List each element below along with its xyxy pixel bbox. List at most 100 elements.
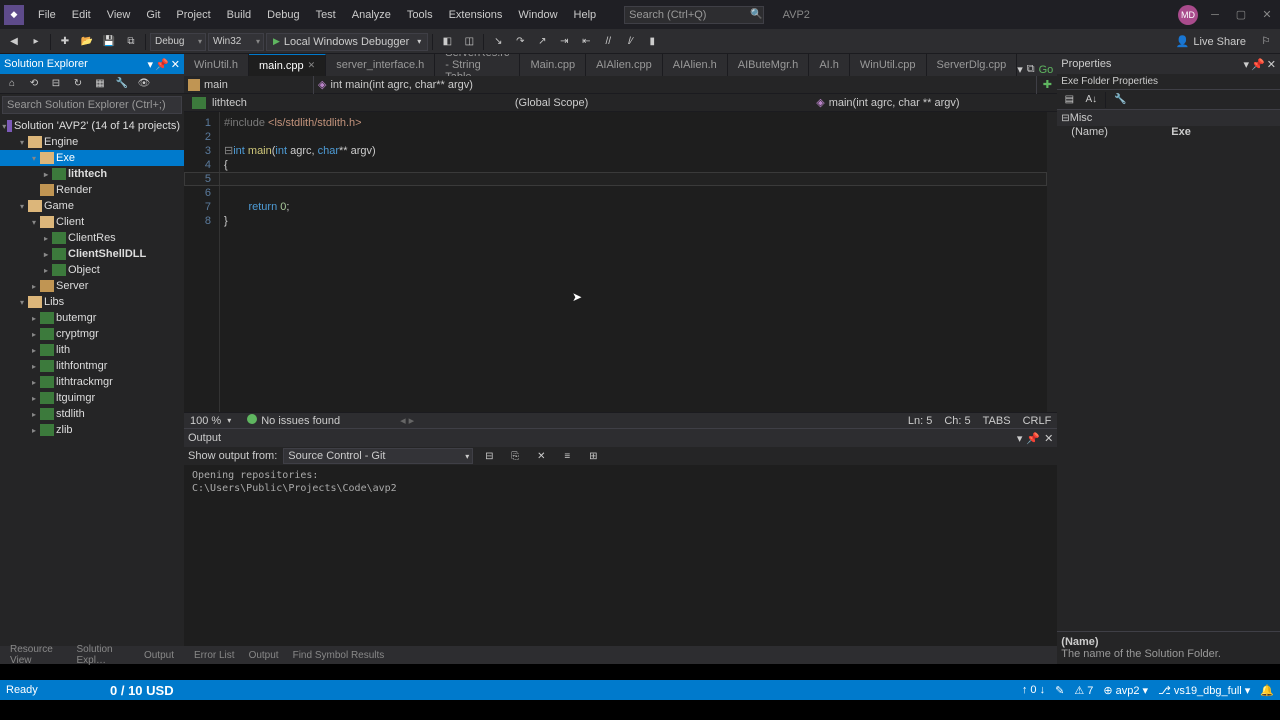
doc-tab[interactable]: Main.cpp [520,54,586,76]
solution-search-input[interactable]: Search Solution Explorer (Ctrl+;) [2,96,182,114]
dropdown-icon[interactable]: ▾ [1017,63,1023,76]
refresh-icon[interactable]: ↻ [68,74,88,94]
solution-root[interactable]: ▾Solution 'AVP2' (14 of 14 projects) [0,118,184,134]
pin-icon[interactable]: 📌 [155,58,169,71]
show-all-icon[interactable]: ▦ [90,74,110,94]
props-pages-icon[interactable]: 🔧 [1110,90,1130,110]
maximize-button[interactable]: ▢ [1232,8,1250,22]
bc-func[interactable]: ◈main(int agrc, char ** argv) [812,96,963,109]
status-item[interactable]: ✎ [1055,684,1064,697]
status-item[interactable]: 🔔 [1260,684,1274,697]
menu-help[interactable]: Help [566,5,605,25]
tree-item[interactable]: ▾Libs [0,294,184,310]
nav-project-combo[interactable]: main [184,76,314,94]
menu-git[interactable]: Git [138,5,168,25]
menu-build[interactable]: Build [219,5,259,25]
output-btn[interactable]: ⊟ [479,446,499,466]
step-into-icon[interactable]: ↘ [488,32,508,52]
menu-extensions[interactable]: Extensions [441,5,511,25]
tree-item[interactable]: ▸ClientShellDLL [0,246,184,262]
bottom-tab[interactable]: Resource View [4,642,68,668]
start-debug-button[interactable]: ▶Local Windows Debugger▾ [266,33,428,51]
config-combo[interactable]: Debug [150,33,206,51]
status-item[interactable]: ⊕ avp2 ▾ [1103,684,1148,697]
menu-project[interactable]: Project [168,5,218,25]
code-minimap[interactable] [1047,112,1057,412]
tree-item[interactable]: Render [0,182,184,198]
split-icon[interactable]: ⧉ [1027,63,1035,76]
close-icon[interactable]: ✕ [1044,432,1053,445]
doc-tab[interactable]: ServerRes.rc - String Table [435,54,520,76]
menu-tools[interactable]: Tools [399,5,441,25]
tree-item[interactable]: ▸Server [0,278,184,294]
line-endings[interactable]: CRLF [1023,415,1052,427]
properties-icon[interactable]: 🔧 [112,74,132,94]
step-over-icon[interactable]: ↷ [510,32,530,52]
tree-item[interactable]: ▸lithfontmgr [0,358,184,374]
open-button[interactable]: 📂 [77,32,97,52]
doc-tab[interactable]: AIAlien.h [663,54,728,76]
step-out-icon[interactable]: ↗ [532,32,552,52]
nav-fwd-button[interactable]: ▸ [26,32,46,52]
tree-item[interactable]: ▸Object [0,262,184,278]
close-button[interactable]: ✕ [1258,8,1276,22]
doc-tab[interactable]: server_interface.h [326,54,435,76]
close-icon[interactable]: ✕ [171,58,180,71]
tb-icon[interactable]: ◫ [459,32,479,52]
nav-func-combo[interactable]: ◈int main(int agrc, char** argv) [314,76,1037,94]
tree-item[interactable]: ▸butemgr [0,310,184,326]
tabs-mode[interactable]: TABS [983,415,1011,427]
bookmark-icon[interactable]: ▮ [642,32,662,52]
bottom-tab[interactable]: Output [138,648,180,663]
bc-scope[interactable]: (Global Scope) [511,97,592,109]
output-btn[interactable]: ⎘ [505,446,525,466]
menu-analyze[interactable]: Analyze [344,5,399,25]
sync-icon[interactable]: ⟲ [24,74,44,94]
dropdown-icon[interactable]: ▾ [148,58,154,71]
feedback-icon[interactable]: ⚐ [1256,32,1276,52]
pin-icon[interactable]: 📌 [1251,58,1265,71]
menu-window[interactable]: Window [510,5,565,25]
tree-item[interactable]: ▾Client [0,214,184,230]
doc-tab[interactable]: WinUtil.cpp [850,54,927,76]
dropdown-icon[interactable]: ▾ [1244,58,1250,71]
status-item[interactable]: ⚠ 7 [1074,684,1093,697]
output-title[interactable]: Output ▾📌✕ [184,429,1057,447]
tree-item[interactable]: ▾Game [0,198,184,214]
tb-icon[interactable]: ⇥ [554,32,574,52]
uncomment-icon[interactable]: /∕ [620,32,640,52]
menu-test[interactable]: Test [308,5,344,25]
preview-icon[interactable]: 👁 [134,74,154,94]
tree-item[interactable]: ▸lith [0,342,184,358]
save-all-button[interactable]: ⧉ [121,32,141,52]
props-row-name[interactable]: (Name)Exe [1057,126,1280,142]
bottom-tab[interactable]: Error List [188,648,241,663]
comment-icon[interactable]: // [598,32,618,52]
tree-item[interactable]: ▸ltguimgr [0,390,184,406]
minimize-button[interactable]: ─ [1206,8,1224,22]
collapse-icon[interactable]: ⊟ [46,74,66,94]
dropdown-icon[interactable]: ▾ [1017,432,1023,445]
menu-view[interactable]: View [99,5,139,25]
props-category[interactable]: ⊟ Misc [1057,110,1280,126]
doc-tab[interactable]: WinUtil.h [184,54,249,76]
bottom-tab[interactable]: Output [243,648,285,663]
doc-tab[interactable]: ServerDlg.cpp [927,54,1018,76]
menu-file[interactable]: File [30,5,64,25]
platform-combo[interactable]: Win32 [208,33,264,51]
bc-project[interactable]: lithtech [188,97,251,109]
output-wrap-icon[interactable]: ≡ [557,446,577,466]
doc-tab[interactable]: AIButeMgr.h [728,54,810,76]
zoom-level[interactable]: 100 % [190,415,221,427]
output-btn[interactable]: ✕ [531,446,551,466]
user-avatar[interactable]: MD [1178,5,1198,25]
go-button[interactable]: Go [1039,64,1054,76]
categorize-icon[interactable]: ▤ [1059,90,1079,110]
add-icon[interactable]: ✚ [1037,78,1057,91]
solution-explorer-title[interactable]: Solution Explorer ▾📌✕ [0,54,184,74]
nav-back-button[interactable]: ◀ [4,32,24,52]
tree-item[interactable]: ▸stdlith [0,406,184,422]
doc-tab[interactable]: AIAlien.cpp [586,54,663,76]
tree-item[interactable]: ▸cryptmgr [0,326,184,342]
tb-icon[interactable]: ⇤ [576,32,596,52]
